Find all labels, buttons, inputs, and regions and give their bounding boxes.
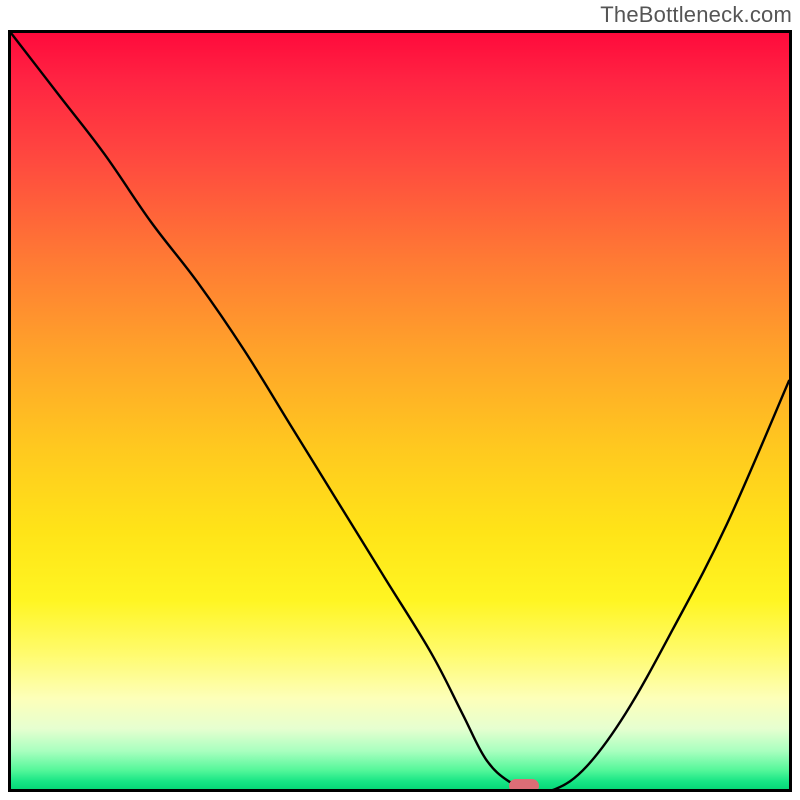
plot-area — [8, 30, 792, 792]
bottleneck-curve — [11, 33, 789, 789]
chart-container: TheBottleneck.com — [0, 0, 800, 800]
watermark-text: TheBottleneck.com — [600, 2, 792, 28]
optimal-marker — [509, 779, 539, 792]
